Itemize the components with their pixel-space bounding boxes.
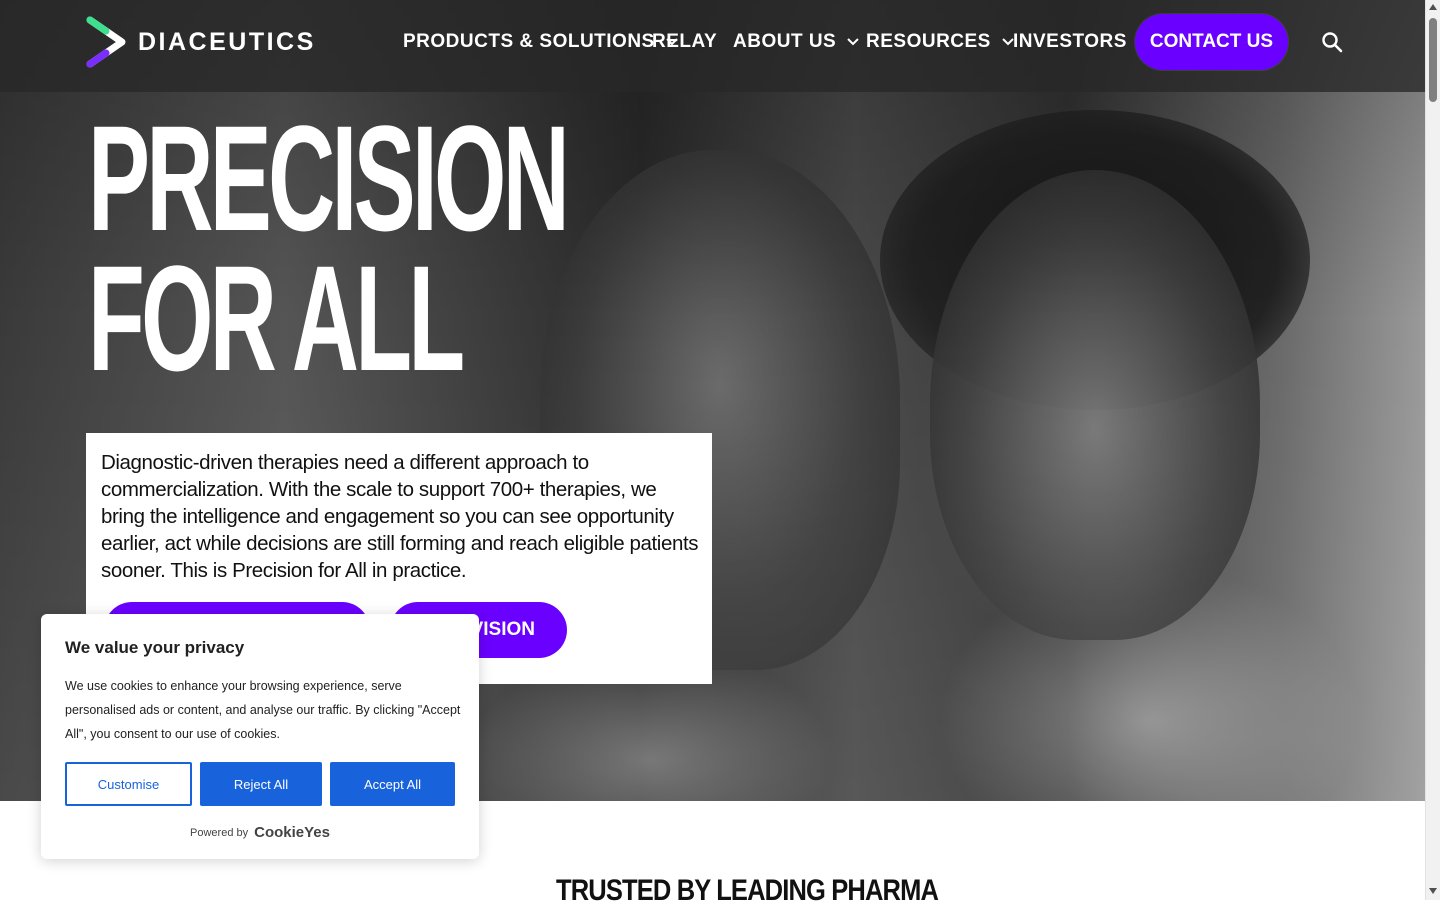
search-icon[interactable] (1320, 30, 1344, 54)
nav-label: RELAY (652, 31, 718, 52)
nav-label: PRODUCTS & SOLUTIONS (403, 31, 655, 52)
nav-products-solutions[interactable]: PRODUCTS & SOLUTIONS (403, 28, 679, 56)
logo[interactable]: DIACEUTICS (84, 14, 316, 70)
reject-all-button[interactable]: Reject All (200, 762, 322, 806)
nav-label: ABOUT US (733, 31, 837, 52)
powered-by-label: Powered by (190, 826, 249, 839)
cookie-body: We use cookies to enhance your browsing … (65, 679, 461, 741)
hero-vision-button-label: VISION (470, 619, 535, 640)
cookieyes-logo[interactable]: CookieYes (254, 824, 330, 841)
cookie-consent-banner: We value your privacy We use cookies to … (41, 614, 479, 859)
hero-title-line-1: PRECISION (88, 94, 570, 262)
trusted-heading: TRUSTED BY LEADING PHARMA (556, 874, 939, 907)
site-header: DIACEUTICS PRODUCTS & SOLUTIONS RELAY AB… (0, 0, 1425, 92)
nav-resources[interactable]: RESOURCES (866, 28, 1015, 56)
nav-investors[interactable]: INVESTORS (1013, 28, 1127, 56)
customise-button[interactable]: Customise (65, 762, 192, 806)
powered-by: Powered by CookieYes (41, 824, 479, 841)
nav-label: INVESTORS (1013, 31, 1127, 52)
page-scrollbar[interactable] (1425, 0, 1440, 900)
nav-about-us[interactable]: ABOUT US (733, 28, 860, 56)
chevron-down-icon (847, 38, 859, 46)
hero-title: PRECISION FOR ALL (88, 94, 570, 402)
hero-title-line-2: FOR ALL (88, 234, 465, 402)
logo-wordmark: DIACEUTICS (138, 27, 316, 56)
contact-us-button[interactable]: CONTACT US (1135, 14, 1288, 70)
nav-label: RESOURCES (866, 31, 991, 52)
logo-chevron-icon (86, 16, 126, 68)
scroll-up-arrow-icon[interactable] (1429, 4, 1437, 10)
hero-intro-text: Diagnostic-driven therapies need a diffe… (101, 451, 699, 582)
nav-relay[interactable]: RELAY (652, 28, 717, 56)
cookie-title: We value your privacy (65, 638, 245, 657)
accept-all-button[interactable]: Accept All (330, 762, 455, 806)
scrollbar-thumb[interactable] (1429, 18, 1437, 102)
scroll-down-arrow-icon[interactable] (1429, 888, 1437, 894)
